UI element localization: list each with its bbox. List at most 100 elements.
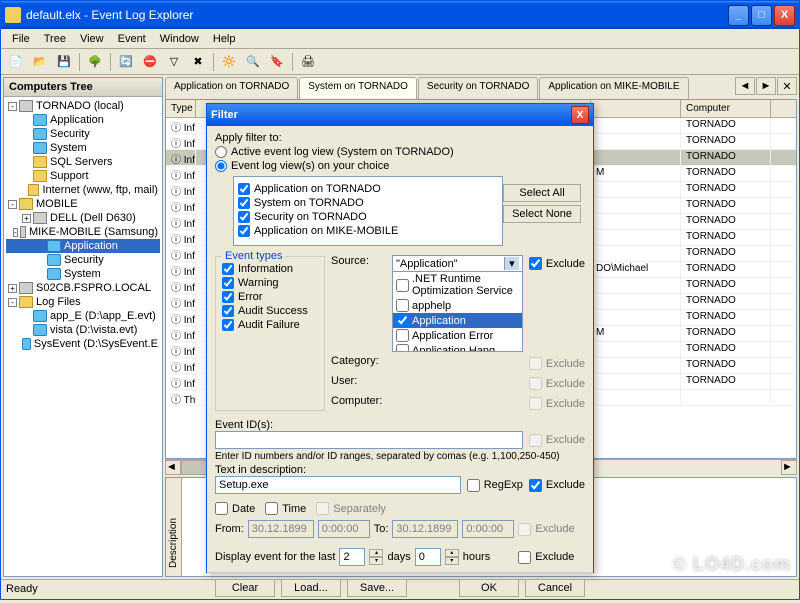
regexp-check[interactable]: RegExp bbox=[467, 479, 523, 492]
view-check-2[interactable]: Security on TORNADO bbox=[238, 211, 498, 223]
minimize-button[interactable]: _ bbox=[728, 5, 749, 26]
text-exclude[interactable]: Exclude bbox=[529, 479, 585, 492]
tool-filter[interactable]: ▽ bbox=[163, 51, 185, 73]
tree-node[interactable]: System bbox=[6, 141, 160, 155]
tab-0[interactable]: Application on TORNADO bbox=[165, 77, 298, 99]
tab-next[interactable]: ► bbox=[756, 77, 776, 95]
source-item-3[interactable]: Application Error bbox=[393, 328, 522, 343]
tab-prev[interactable]: ◄ bbox=[735, 77, 755, 95]
tool-refresh[interactable]: 🔄 bbox=[115, 51, 137, 73]
menu-tree[interactable]: Tree bbox=[37, 31, 73, 47]
last-hours-input[interactable] bbox=[415, 548, 441, 566]
type-audit-success[interactable]: Audit Success bbox=[222, 305, 318, 317]
tree-node[interactable]: SysEvent (D:\SysEvent.E bbox=[6, 337, 160, 351]
tree-node[interactable]: +DELL (Dell D630) bbox=[6, 211, 160, 225]
tree-node[interactable]: vista (D:\vista.evt) bbox=[6, 323, 160, 337]
tool-save[interactable]: 💾 bbox=[53, 51, 75, 73]
tree-node[interactable]: Application bbox=[6, 113, 160, 127]
menu-event[interactable]: Event bbox=[111, 31, 153, 47]
tree-node[interactable]: app_E (D:\app_E.evt) bbox=[6, 309, 160, 323]
tool-delete[interactable]: ✖ bbox=[187, 51, 209, 73]
radio-choice-view[interactable]: Event log view(s) on your choice bbox=[215, 160, 585, 172]
tool-stop[interactable]: ⛔ bbox=[139, 51, 161, 73]
titlebar[interactable]: default.elx - Event Log Explorer _ □ X bbox=[1, 1, 799, 29]
tree-toggle-icon[interactable]: - bbox=[8, 200, 17, 209]
tree-toggle-icon[interactable]: - bbox=[8, 102, 17, 111]
tree-toggle-icon[interactable]: + bbox=[22, 214, 31, 223]
tree-node[interactable]: +S02CB.FSPRO.LOCAL bbox=[6, 281, 160, 295]
cancel-button[interactable]: Cancel bbox=[525, 579, 585, 597]
select-none-button[interactable]: Select None bbox=[503, 205, 581, 223]
last-exclude[interactable]: Exclude bbox=[518, 551, 574, 564]
time-check[interactable]: Time bbox=[265, 502, 306, 515]
scroll-left[interactable]: ◄ bbox=[165, 460, 181, 475]
user-exclude[interactable]: Exclude bbox=[529, 377, 585, 390]
tool-print[interactable]: 🖨 bbox=[297, 51, 319, 73]
type-error[interactable]: Error bbox=[222, 291, 318, 303]
tab-close[interactable]: ✕ bbox=[777, 77, 797, 95]
source-item-0[interactable]: .NET Runtime Optimization Service bbox=[393, 272, 522, 298]
from-date[interactable] bbox=[248, 520, 314, 538]
tree-node[interactable]: Internet (www, ftp, mail) bbox=[6, 183, 160, 197]
days-up[interactable]: ▴ bbox=[369, 549, 383, 557]
eventid-exclude[interactable]: Exclude bbox=[529, 434, 585, 447]
tool-open[interactable]: 📂 bbox=[29, 51, 51, 73]
tab-1[interactable]: System on TORNADO bbox=[299, 77, 417, 99]
from-time[interactable] bbox=[318, 520, 370, 538]
tree-node[interactable]: -MOBILE bbox=[6, 197, 160, 211]
event-ids-input[interactable] bbox=[215, 431, 523, 449]
col-computer[interactable]: Computer bbox=[681, 100, 771, 117]
hours-down[interactable]: ▾ bbox=[445, 557, 459, 565]
menu-file[interactable]: File bbox=[5, 31, 37, 47]
view-check-3[interactable]: Application on MIKE-MOBILE bbox=[238, 225, 498, 237]
menu-window[interactable]: Window bbox=[153, 31, 206, 47]
tree-node[interactable]: Application bbox=[6, 239, 160, 253]
source-item-2[interactable]: Application bbox=[393, 313, 522, 328]
tool-find[interactable]: 🔍 bbox=[242, 51, 264, 73]
clear-button[interactable]: Clear bbox=[215, 579, 275, 597]
tool-new[interactable]: 📄 bbox=[5, 51, 27, 73]
save-button[interactable]: Save... bbox=[347, 579, 407, 597]
tree-node[interactable]: Security bbox=[6, 253, 160, 267]
tree-toggle-icon[interactable]: + bbox=[8, 284, 17, 293]
maximize-button[interactable]: □ bbox=[751, 5, 772, 26]
to-date[interactable] bbox=[392, 520, 458, 538]
close-button[interactable]: X bbox=[774, 5, 795, 26]
days-down[interactable]: ▾ bbox=[369, 557, 383, 565]
view-check-0[interactable]: Application on TORNADO bbox=[238, 183, 498, 195]
dialog-close-button[interactable]: X bbox=[571, 106, 589, 124]
tool-bookmark[interactable]: 🔖 bbox=[266, 51, 288, 73]
source-item-1[interactable]: apphelp bbox=[393, 298, 522, 313]
type-information[interactable]: Information bbox=[222, 263, 318, 275]
to-time[interactable] bbox=[462, 520, 514, 538]
tool-properties[interactable]: 🔆 bbox=[218, 51, 240, 73]
radio-active-view[interactable]: Active event log view (System on TORNADO… bbox=[215, 146, 585, 158]
dialog-titlebar[interactable]: Filter X bbox=[207, 104, 593, 126]
tree-node[interactable]: -TORNADO (local) bbox=[6, 99, 160, 113]
ok-button[interactable]: OK bbox=[459, 579, 519, 597]
tree-toggle-icon[interactable]: - bbox=[8, 298, 17, 307]
tree-node[interactable]: Support bbox=[6, 169, 160, 183]
source-item-4[interactable]: Application Hang bbox=[393, 343, 522, 351]
col-type[interactable]: Type bbox=[166, 100, 196, 117]
type-audit-failure[interactable]: Audit Failure bbox=[222, 319, 318, 331]
last-days-input[interactable] bbox=[339, 548, 365, 566]
hours-up[interactable]: ▴ bbox=[445, 549, 459, 557]
load-button[interactable]: Load... bbox=[281, 579, 341, 597]
menu-view[interactable]: View bbox=[73, 31, 111, 47]
select-all-button[interactable]: Select All bbox=[503, 184, 581, 202]
tab-3[interactable]: Application on MIKE-MOBILE bbox=[539, 77, 688, 99]
description-tab[interactable]: Description bbox=[166, 478, 182, 576]
tree-node[interactable]: SQL Servers bbox=[6, 155, 160, 169]
date-exclude[interactable]: Exclude bbox=[518, 523, 574, 536]
source-exclude[interactable]: Exclude bbox=[529, 257, 585, 270]
menu-help[interactable]: Help bbox=[206, 31, 243, 47]
scroll-right[interactable]: ► bbox=[781, 460, 797, 475]
text-input[interactable] bbox=[215, 476, 461, 494]
tree-node[interactable]: -Log Files bbox=[6, 295, 160, 309]
view-check-1[interactable]: System on TORNADO bbox=[238, 197, 498, 209]
tree-node[interactable]: -MIKE-MOBILE (Samsung) bbox=[6, 225, 160, 239]
category-exclude[interactable]: Exclude bbox=[529, 357, 585, 370]
computer-exclude[interactable]: Exclude bbox=[529, 397, 585, 410]
date-check[interactable]: Date bbox=[215, 502, 255, 515]
